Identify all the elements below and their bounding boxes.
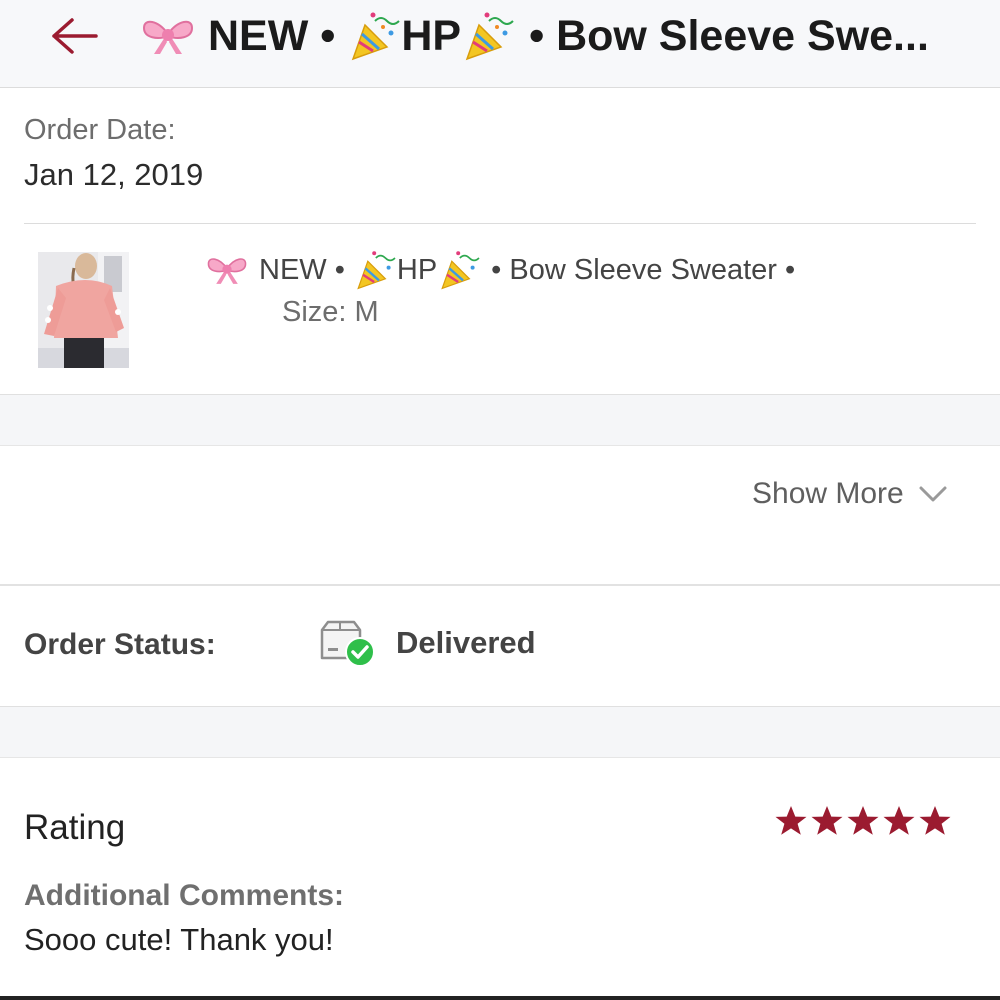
item-thumbnail[interactable]	[38, 252, 129, 368]
order-date-value: Jan 12, 2019	[24, 157, 204, 192]
item-title-part1: NEW •	[259, 253, 345, 286]
section-separator	[0, 706, 1000, 758]
party-popper-icon	[357, 251, 396, 290]
title-text-part2: HP	[401, 11, 462, 60]
title-text-part1: NEW •	[208, 11, 336, 60]
package-delivered-icon	[320, 620, 375, 667]
show-more-button[interactable]: Show More	[752, 474, 948, 514]
order-status-value: Delivered	[396, 625, 536, 660]
order-date-label: Order Date:	[24, 114, 176, 146]
rating-label: Rating	[24, 808, 126, 847]
star-icon[interactable]	[917, 804, 953, 838]
item-size: Size: M	[282, 296, 379, 328]
divider	[24, 223, 976, 224]
page-title: NEW • HP • Bow Sleeve Swe...	[140, 8, 980, 64]
bottom-edge	[0, 996, 1000, 1000]
ribbon-bow-icon	[142, 20, 194, 54]
chevron-down-icon	[919, 486, 947, 502]
divider	[0, 584, 1000, 586]
order-status-label: Order Status:	[24, 628, 216, 661]
ribbon-bow-icon	[207, 258, 247, 284]
arrow-left-icon[interactable]	[46, 14, 100, 58]
show-more-label: Show More	[752, 477, 904, 510]
top-bar: NEW • HP • Bow Sleeve Swe...	[0, 0, 1000, 88]
item-title-part3: • Bow Sleeve Sweater •	[491, 253, 796, 286]
section-separator	[0, 394, 1000, 446]
star-icon[interactable]	[881, 804, 917, 838]
additional-comments-label: Additional Comments:	[24, 879, 344, 912]
star-icon[interactable]	[773, 804, 809, 838]
additional-comments-text: Sooo cute! Thank you!	[24, 922, 334, 957]
item-title[interactable]: NEW • HP • Bow Sleeve Sweater •	[205, 248, 795, 292]
title-text-part3: • Bow Sleeve Swe...	[529, 11, 929, 60]
item-title-part2: HP	[396, 253, 438, 286]
party-popper-icon	[352, 12, 401, 61]
party-popper-icon	[441, 251, 480, 290]
rating-stars	[773, 804, 953, 838]
party-popper-icon	[465, 12, 514, 61]
star-icon[interactable]	[845, 804, 881, 838]
star-icon[interactable]	[809, 804, 845, 838]
